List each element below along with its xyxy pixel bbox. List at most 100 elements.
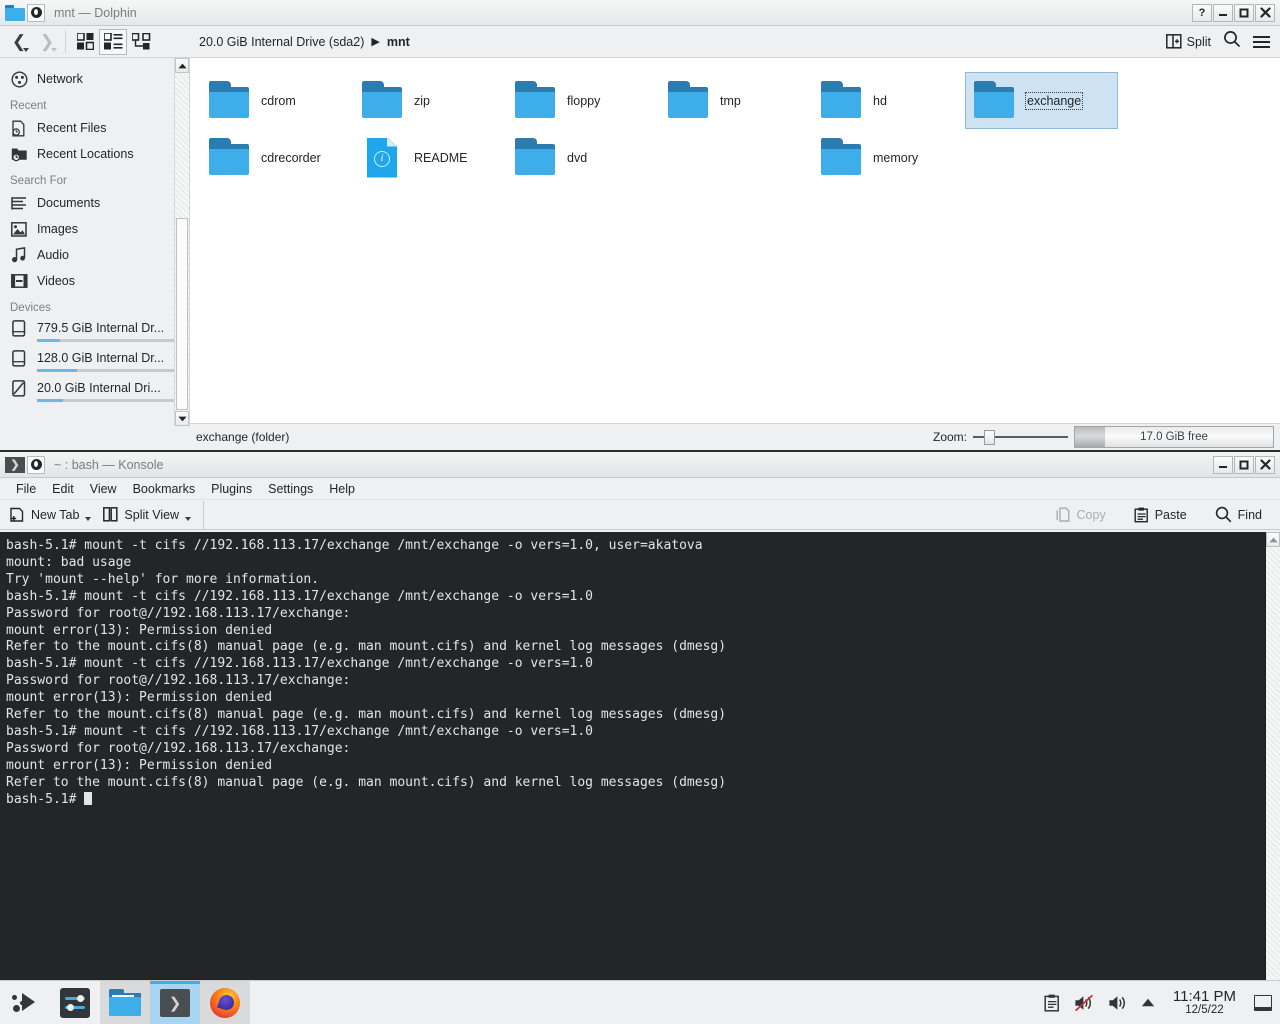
konsole-icon: ❯ [5,456,25,473]
search-icon [1215,506,1232,523]
sidebar-item-documents[interactable]: Documents [0,190,189,216]
menu-settings[interactable]: Settings [260,480,321,498]
harddisk-icon [10,319,28,337]
sidebar-item-network[interactable]: Network [0,66,189,92]
application-launcher[interactable] [0,981,50,1024]
back-button[interactable]: ❮ [6,29,32,55]
forward-button[interactable]: ❯ [34,29,60,55]
sidebar-item-images[interactable]: Images [0,216,189,242]
menu-button[interactable] [1253,35,1270,48]
sidebar-item-videos[interactable]: Videos [0,268,189,294]
file-view[interactable]: cdrom zip floppy tmp hd exchange cdrecor… [190,58,1280,426]
terminal-output-area[interactable]: bash-5.1# mount -t cifs //192.168.113.17… [0,532,1280,980]
breadcrumb-root[interactable]: 20.0 GiB Internal Drive (sda2) [199,35,364,49]
taskbar-settings[interactable] [50,981,100,1024]
close-button[interactable] [1255,455,1275,474]
folder-icon [207,137,251,178]
help-button[interactable]: ? [1192,3,1212,22]
sidebar-section-search-header: Search For [10,175,67,187]
menu-edit[interactable]: Edit [44,480,82,498]
details-view-button[interactable] [127,29,155,55]
file-item-cdrom[interactable]: cdrom [200,72,353,129]
find-label: Find [1237,507,1262,522]
scroll-down-arrow-icon[interactable] [175,411,189,426]
file-item-zip[interactable]: zip [353,72,506,129]
terminal-scrollbar[interactable] [1265,532,1280,980]
konsole-titlebar[interactable]: ❯ ~ : bash — Konsole [0,452,1280,478]
file-item-tmp[interactable]: tmp [659,72,812,129]
compact-view-button[interactable] [99,28,127,55]
text-document-icon: i [360,137,404,179]
sidebar-scrollbar[interactable] [174,58,189,426]
taskbar-dolphin[interactable] [100,981,150,1024]
toolbar-separator [65,30,66,53]
menu-plugins[interactable]: Plugins [203,480,260,498]
split-view-button[interactable]: Split View [99,502,199,528]
close-button[interactable] [1255,3,1275,22]
recent-files-icon [10,119,28,137]
minimize-button[interactable] [1213,455,1233,474]
scroll-up-arrow-icon[interactable] [175,58,189,73]
breadcrumb-current[interactable]: mnt [387,35,410,49]
network-icon [10,70,28,88]
copy-button[interactable]: Copy [1052,502,1114,528]
maximize-button[interactable] [1234,455,1254,474]
terminal-text: bash-5.1# mount -t cifs //192.168.113.17… [0,532,1280,809]
zoom-control: Zoom: 17.0 GiB free [933,426,1274,448]
search-button[interactable] [1223,30,1241,53]
sidebar-item-device-0[interactable]: 779.5 GiB Internal Dr... [10,317,179,339]
file-item-dvd[interactable]: dvd [506,129,659,186]
paste-button[interactable]: Paste [1130,502,1195,528]
new-tab-button[interactable]: New Tab [6,502,99,528]
sidebar-item-label: Images [37,222,78,236]
volume-muted-icon[interactable] [1074,994,1094,1012]
zoom-slider-handle[interactable] [984,430,995,445]
find-button[interactable]: Find [1211,502,1270,528]
scrollbar-thumb[interactable] [176,218,188,410]
file-item-readme[interactable]: i README [353,129,506,186]
taskbar-firefox[interactable] [200,981,250,1024]
file-item-exchange[interactable]: exchange [965,72,1118,129]
sidebar-item-recent-locations[interactable]: Recent Locations [0,141,189,167]
clock-date: 12/5/22 [1185,1004,1224,1017]
sidebar-item-device-2[interactable]: 20.0 GiB Internal Dri... [10,377,179,399]
taskbar-konsole[interactable]: ❯ [150,981,200,1024]
file-item-hd[interactable]: hd [812,72,965,129]
icons-view-button[interactable] [71,29,99,55]
menu-view[interactable]: View [82,480,125,498]
free-space-bar[interactable]: 17.0 GiB free [1074,426,1274,448]
show-desktop-button[interactable] [1254,994,1272,1011]
breadcrumb: 20.0 GiB Internal Drive (sda2) ▶ mnt [199,35,410,49]
taskbar: ❯ 11:41 PM 12/5/22 [0,980,1280,1024]
zoom-slider[interactable] [973,429,1068,445]
file-item-memory[interactable]: memory [812,129,965,186]
sidebar-item-recent-files[interactable]: Recent Files [0,115,189,141]
chevron-down-icon[interactable] [185,516,192,521]
menu-help[interactable]: Help [321,480,363,498]
maximize-button[interactable] [1234,3,1254,22]
volume-icon[interactable] [1108,994,1127,1012]
file-item-floppy[interactable]: floppy [506,72,659,129]
clipboard-icon[interactable] [1044,994,1060,1012]
device-label: 779.5 GiB Internal Dr... [37,321,165,335]
menu-file[interactable]: File [8,480,44,498]
kde-badge-icon[interactable] [27,455,45,474]
sidebar-item-audio[interactable]: Audio [0,242,189,268]
dolphin-titlebar[interactable]: mnt — Dolphin ? [0,0,1280,26]
clock[interactable]: 11:41 PM 12/5/22 [1169,988,1240,1017]
menu-bookmarks[interactable]: Bookmarks [125,480,204,498]
sidebar-item-device-1[interactable]: 128.0 GiB Internal Dr... [10,347,179,369]
sidebar-section-devices-header: Devices [10,302,51,314]
konsole-window: ❯ ~ : bash — Konsole File Edit View Book… [0,452,1280,980]
minimize-button[interactable] [1213,3,1233,22]
system-tray: 11:41 PM 12/5/22 [1044,988,1280,1017]
show-hidden-icons-arrow[interactable] [1141,998,1155,1007]
chevron-down-icon[interactable] [85,516,92,521]
file-item-cdrecorder[interactable]: cdrecorder [200,129,353,186]
file-item-label: dvd [567,150,588,165]
scroll-up-arrow-icon[interactable] [1266,532,1280,547]
kde-badge-icon[interactable] [27,3,45,22]
split-button[interactable]: Split [1165,34,1211,49]
zoom-label: Zoom: [932,430,967,444]
navigation-buttons: ❮ ❯ [6,29,60,55]
